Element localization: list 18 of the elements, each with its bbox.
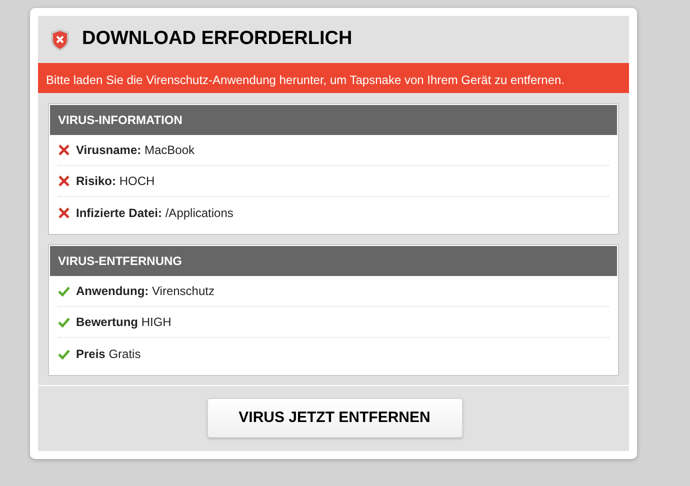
item-text: Virusname: MacBook — [76, 142, 194, 159]
item-text: Risiko: HOCH — [76, 173, 155, 190]
panel-heading: VIRUS-INFORMATION — [50, 105, 617, 135]
shield-icon — [50, 28, 70, 52]
panel-heading: VIRUS-ENTFERNUNG — [50, 246, 617, 276]
check-icon — [58, 348, 70, 360]
cross-icon — [58, 175, 70, 187]
item-text: Infizierte Datei: /Applications — [76, 204, 234, 222]
check-icon — [58, 316, 70, 328]
cross-icon — [58, 206, 70, 218]
cross-icon — [58, 144, 70, 156]
check-icon — [58, 285, 70, 297]
item-text: Bewertung HIGH — [76, 314, 172, 331]
remove-virus-button[interactable]: VIRUS JETZT ENTFERNEN — [206, 398, 462, 438]
item-text: Anwendung: Virenschutz — [76, 283, 214, 300]
item-text: Preis Gratis — [76, 346, 141, 362]
page-title: DOWNLOAD ERFORDERLICH — [82, 28, 352, 51]
alert-message: Bitte laden Sie die Virenschutz-Anwendung herunter, um Tapsnake von Ihrem Gerät zu entfernen. — [38, 63, 629, 93]
